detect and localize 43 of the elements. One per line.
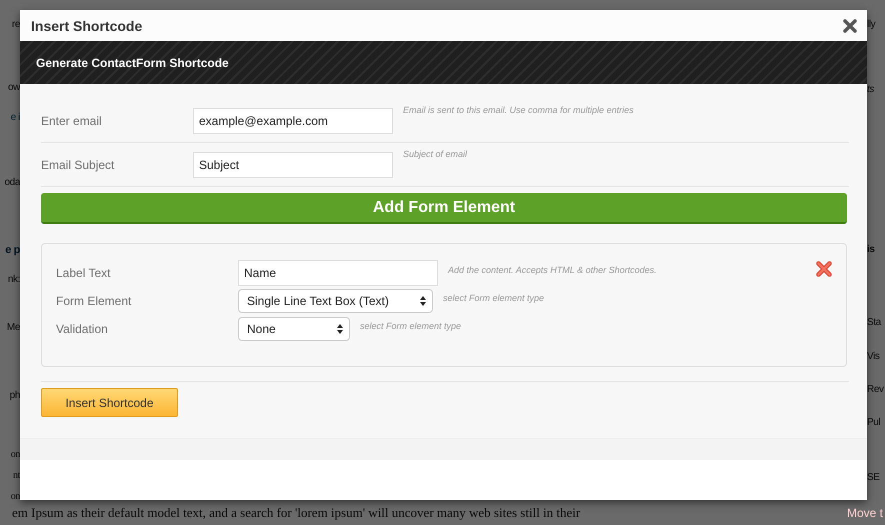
field-label: Label Text <box>56 266 112 280</box>
field-hint: Email is sent to this email. Use comma for multiple entries <box>403 105 634 115</box>
page-text: lly <box>867 18 876 32</box>
select-dropdown[interactable]: Single Line Text Box (Text) <box>238 289 433 313</box>
page-text: e i <box>10 111 20 125</box>
field-label: Enter email <box>41 114 103 128</box>
close-icon[interactable] <box>842 18 858 34</box>
page-text: ts <box>867 83 874 97</box>
field-hint: select Form element type <box>360 321 462 331</box>
dialog-title: Insert Shortcode <box>31 18 142 34</box>
page-text: nt <box>13 469 20 483</box>
page-text: ow <box>8 81 20 95</box>
input-field[interactable]: example@example.com <box>193 108 393 134</box>
page-text: ph <box>10 389 20 403</box>
trash-link[interactable]: Move t <box>846 506 883 520</box>
select-dropdown[interactable]: None <box>238 317 350 341</box>
field-label: Form Element <box>56 294 132 308</box>
page-text: SE <box>867 471 880 485</box>
page-text: re <box>12 18 20 32</box>
field-label: Validation <box>56 322 109 336</box>
delete-icon[interactable] <box>816 261 832 277</box>
select-arrows-icon <box>337 324 343 334</box>
page-text: Vis <box>867 350 880 364</box>
input-field[interactable]: Name <box>238 260 438 286</box>
page-text: on <box>10 490 20 504</box>
insert-shortcode-button[interactable]: Insert Shortcode <box>41 388 178 417</box>
select-arrows-icon <box>420 296 426 306</box>
page-text: em Ipsum as their default model text, and a search for 'lorem ipsum' will uncover many web sites still in their <box>12 504 580 520</box>
page-text: Sta <box>867 316 881 330</box>
page-text: oda <box>4 176 20 190</box>
field-hint: Add the content. Accepts HTML & other Shortcodes. <box>448 265 657 275</box>
page-text: Me <box>6 321 20 335</box>
page-text: e p <box>5 243 20 258</box>
page-text: on <box>10 448 20 462</box>
section-title: Generate ContactForm Shortcode <box>36 56 229 70</box>
field-hint: Subject of email <box>403 149 468 159</box>
page-text: Pul <box>867 416 880 430</box>
page-text: is <box>867 243 875 257</box>
input-field[interactable]: Subject <box>193 152 393 178</box>
field-label: Email Subject <box>41 158 116 172</box>
page-text: Rev <box>867 383 884 397</box>
page-text: nk: <box>8 273 20 287</box>
field-hint: select Form element type <box>443 293 544 303</box>
